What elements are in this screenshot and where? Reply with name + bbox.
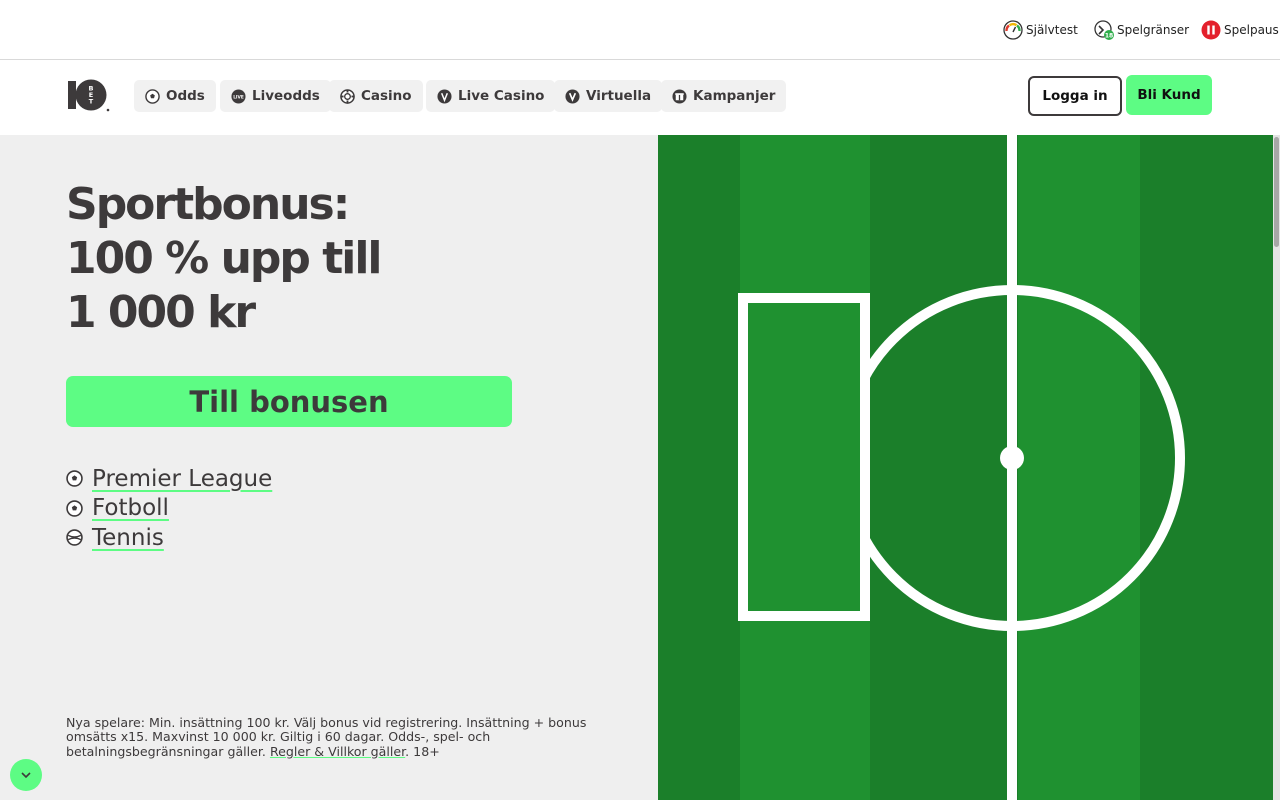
gauge-icon [1003, 20, 1023, 40]
bonus-cta-button[interactable]: Till bonusen [66, 376, 512, 427]
main-nav: B E T Odds LIVE Liveodds Casino Live Cas… [0, 61, 1280, 134]
hero-headline: Sportbonus: 100 % upp till 1 000 kr [66, 178, 626, 340]
nav-odds[interactable]: Odds [134, 80, 216, 112]
nav-odds-label: Odds [166, 88, 205, 104]
nav-casino[interactable]: Casino [329, 80, 423, 112]
scroll-down-button[interactable] [10, 759, 42, 791]
nav-casino-label: Casino [361, 88, 412, 104]
sport-link-label: Tennis [92, 524, 164, 551]
nav-campaigns[interactable]: Kampanjer [661, 80, 787, 112]
headline-line: Sportbonus: [66, 179, 350, 230]
brand-logo[interactable]: B E T [67, 78, 111, 114]
nav-liveodds[interactable]: LIVE Liveodds [220, 80, 331, 112]
utility-bar: Självtest 18 Spelgränser Spelpaus [0, 0, 1280, 60]
bonus-terms: Nya spelare: Min. insättning 100 kr. Väl… [66, 715, 606, 759]
pause-link[interactable]: Spelpaus [1201, 20, 1279, 40]
nav-virtual-label: Virtuella [586, 88, 652, 104]
soccer-ball-icon [66, 500, 83, 517]
limits-label: Spelgränser [1117, 23, 1190, 37]
soccer-ball-icon [145, 88, 160, 104]
casino-chip-icon [340, 88, 355, 104]
self-test-label: Självtest [1026, 23, 1078, 37]
headline-line: 100 % upp till [66, 233, 382, 284]
virtual-icon [565, 88, 580, 104]
scrollbar-thumb[interactable] [1274, 137, 1279, 247]
svg-text:T: T [89, 98, 94, 106]
nav-liveodds-label: Liveodds [252, 88, 320, 104]
self-test-link[interactable]: Självtest [1003, 20, 1078, 40]
nav-campaigns-label: Kampanjer [693, 88, 776, 104]
sport-link-premier-league[interactable]: Premier League [66, 464, 272, 494]
chevron-down-icon [21, 772, 31, 779]
terms-suffix: . 18+ [405, 743, 440, 759]
gift-icon [672, 88, 687, 104]
live-dealer-icon [437, 88, 452, 104]
headline-line: 1 000 kr [66, 287, 256, 338]
pause-label: Spelpaus [1224, 23, 1279, 37]
limits-icon: 18 [1094, 20, 1114, 40]
sport-links: Premier League Fotboll Tennis [66, 464, 272, 553]
signup-button[interactable]: Bli Kund [1126, 75, 1212, 115]
pause-icon [1201, 20, 1221, 40]
pitch-illustration [658, 135, 1280, 800]
svg-text:LIVE: LIVE [233, 94, 244, 100]
nav-virtual[interactable]: Virtuella [554, 80, 663, 112]
sport-link-label: Premier League [92, 465, 273, 492]
sport-link-label: Fotboll [92, 495, 169, 522]
sport-link-football[interactable]: Fotboll [66, 494, 272, 524]
limits-link[interactable]: 18 Spelgränser [1094, 20, 1189, 40]
login-button[interactable]: Logga in [1028, 76, 1122, 116]
soccer-ball-icon [66, 470, 83, 487]
nav-live-casino[interactable]: Live Casino [426, 80, 556, 112]
sport-link-tennis[interactable]: Tennis [66, 523, 272, 553]
live-badge-icon: LIVE [231, 88, 246, 104]
tennis-ball-icon [66, 529, 83, 546]
terms-link[interactable]: Regler & Villkor gäller [270, 744, 405, 759]
nav-live-casino-label: Live Casino [458, 88, 545, 104]
svg-text:18: 18 [1105, 33, 1113, 40]
hero-text-panel: Sportbonus: 100 % upp till 1 000 kr Till… [0, 135, 658, 800]
